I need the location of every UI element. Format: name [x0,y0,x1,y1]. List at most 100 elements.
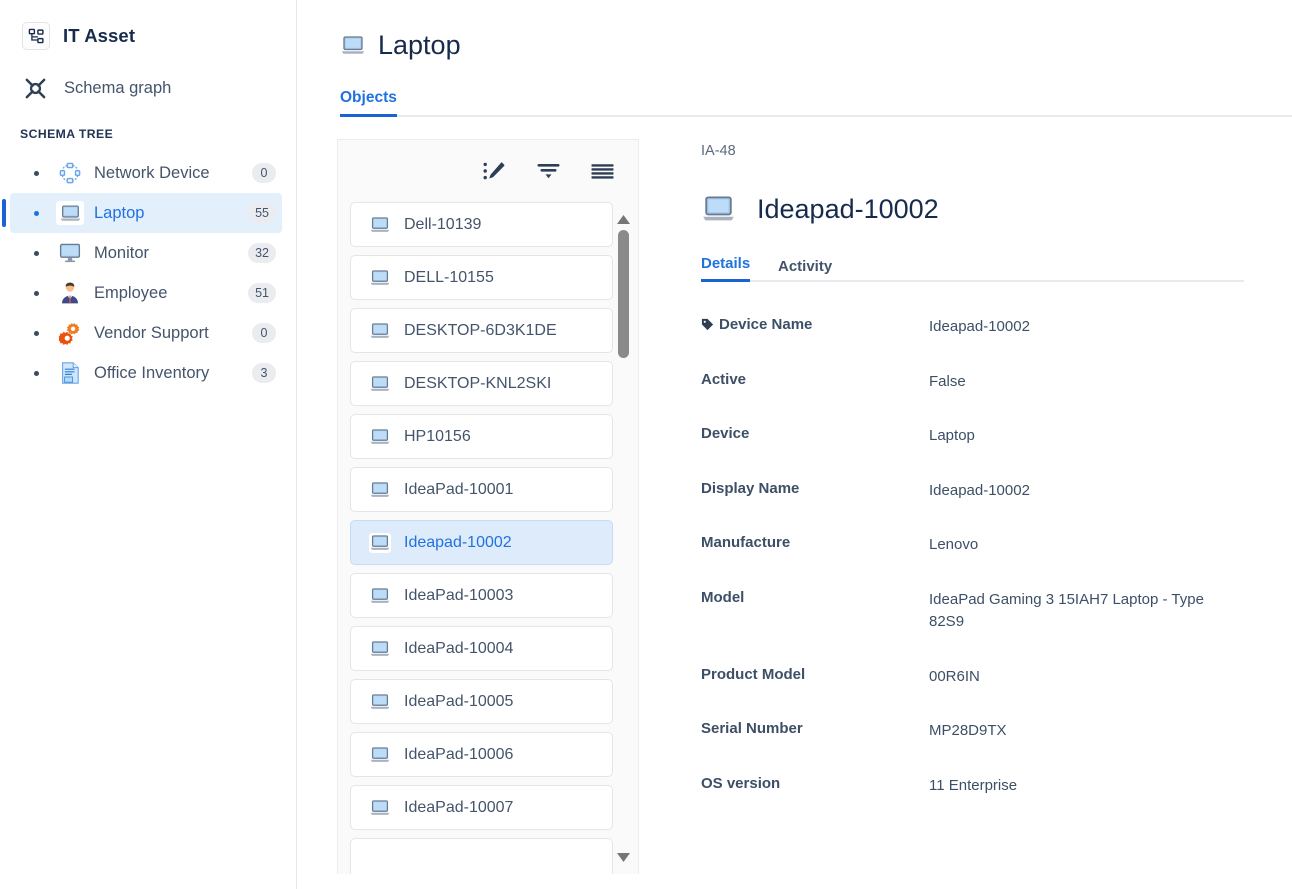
field-label-wrapper: Manufacture [701,534,929,553]
field-label: Model [701,588,745,606]
field-label: Device Name [719,316,813,333]
list-item[interactable]: IdeaPad-10004 [350,626,613,671]
brand-title: IT Asset [63,25,136,46]
field-label-wrapper: Product Model [701,666,929,685]
object-detail-header: Ideapad-10002 [701,192,1262,226]
hierarchy-icon [22,22,50,50]
tab-activity[interactable]: Activity [778,258,832,282]
laptop-icon [369,480,391,500]
field-value: False [929,372,966,390]
document-icon [56,361,84,385]
field-value: MP28D9TX [929,722,1007,739]
object-detail-panel: IA-48 Ideapad-10002 Details Activity Dev… [639,139,1292,874]
laptop-icon [701,192,735,226]
body-split: Dell-10139 DELL-10155 DESKTOP-6D3K1DE DE… [297,139,1292,874]
list-item-label: DELL-10155 [404,268,494,286]
list-item[interactable]: HP10156 [350,414,613,459]
field-value: Laptop [929,427,975,444]
tree-bullet [34,330,39,336]
list-item-label: Dell-10139 [404,215,482,233]
field-value: Ideapad-10002 [929,318,1030,335]
gears-icon [56,321,84,345]
laptop-icon [369,321,391,341]
sidebar-item-label: Office Inventory [94,363,210,382]
list-item-label: DESKTOP-6D3K1DE [404,321,557,339]
list-item[interactable]: IdeaPad-10001 [350,467,613,512]
field-label-wrapper: OS version [701,775,929,794]
laptop-icon [56,201,84,225]
sidebar-item-employee[interactable]: Employee 51 [10,273,282,313]
tree-bullet [34,370,39,376]
field-value: Ideapad-10002 [929,481,1030,499]
sidebar-item-count: 55 [248,203,276,223]
list-item[interactable]: IdeaPad-10005 [350,679,613,724]
sidebar-item-label: Network Device [94,163,210,182]
list-item-label: IdeaPad-10006 [404,745,514,763]
field-row: Model IdeaPad Gaming 3 15IAH7 Laptop - T… [701,589,1262,634]
sidebar-item-schema-graph[interactable]: Schema graph [22,75,296,101]
laptop-icon [369,268,391,288]
list-view-icon[interactable] [589,158,615,184]
sidebar-item-laptop[interactable]: Laptop 55 [2,193,282,233]
object-list-scrollbar[interactable] [615,213,632,864]
field-value: 11 Enterprise [929,776,1018,794]
field-row: Product Model 00R6IN [701,666,1262,689]
field-row: Active False [701,371,1262,394]
sidebar-item-office-inventory[interactable]: Office Inventory 3 [10,353,282,393]
scroll-up-arrow-icon[interactable] [615,213,632,226]
laptop-icon [369,532,391,553]
list-item-label: DESKTOP-KNL2SKI [404,374,552,392]
schema-graph-label: Schema graph [64,78,172,97]
laptop-icon [369,798,391,818]
field-label-wrapper: Display Name [701,480,929,499]
sidebar-item-label: Laptop [94,203,145,222]
field-label-wrapper: Device [701,425,929,444]
field-label-wrapper: Active [701,371,929,390]
list-item[interactable]: Dell-10139 [350,202,613,247]
sidebar-item-count: 0 [252,163,276,183]
list-item[interactable]: IdeaPad-10007 [350,785,613,830]
list-item-label: HP10156 [404,427,471,445]
sidebar-item-count: 51 [248,283,276,303]
laptop-icon [369,586,391,606]
list-item[interactable]: DESKTOP-KNL2SKI [350,361,613,406]
list-item[interactable]: IdeaPad-10003 [350,573,613,618]
sidebar: IT Asset Schema graph SCHEMA TREE Networ… [0,0,297,889]
list-item-label: IdeaPad-10005 [404,692,514,710]
tab-divider [340,115,1292,117]
tree-bullet [34,170,39,176]
laptop-icon [369,639,391,659]
field-value: Lenovo [929,536,979,553]
field-row: Serial Number MP28D9TX [701,720,1262,743]
list-item[interactable]: IdeaPad-10006 [350,732,613,777]
filter-icon[interactable] [535,158,561,184]
sidebar-item-vendor-support[interactable]: Vendor Support 0 [10,313,282,353]
tree-bullet [34,210,39,216]
sidebar-item-label: Employee [94,283,168,302]
field-row: Manufacture Lenovo [701,534,1262,557]
main-content: Laptop Objects Dell-10139 DELL-10155 DES… [297,0,1292,889]
sidebar-item-count: 32 [248,243,276,263]
list-item[interactable]: DELL-10155 [350,255,613,300]
scroll-down-arrow-icon[interactable] [615,851,632,864]
sidebar-item-network-device[interactable]: Network Device 0 [10,153,282,193]
detail-fields: Device Name Ideapad-10002 Active False D… [701,316,1262,797]
sidebar-item-label: Vendor Support [94,323,209,342]
list-item[interactable]: DESKTOP-6D3K1DE [350,308,613,353]
tab-details[interactable]: Details [701,255,751,282]
brand[interactable]: IT Asset [0,0,296,50]
list-item[interactable] [350,838,613,874]
tab-objects[interactable]: Objects [340,89,397,117]
list-item-label: IdeaPad-10004 [404,639,514,657]
schema-tree: Network Device 0 Laptop 55 Monitor 32 Em… [0,153,296,393]
laptop-icon [369,374,391,394]
object-list-toolbar [338,140,638,202]
object-key: IA-48 [701,143,736,159]
laptop-icon [340,33,366,59]
list-item-label: IdeaPad-10003 [404,586,514,604]
scrollbar-thumb[interactable] [618,230,629,358]
page-header: Laptop [297,0,1292,61]
edit-attributes-icon[interactable] [481,158,507,184]
list-item-selected[interactable]: Ideapad-10002 [350,520,613,565]
sidebar-item-monitor[interactable]: Monitor 32 [10,233,282,273]
